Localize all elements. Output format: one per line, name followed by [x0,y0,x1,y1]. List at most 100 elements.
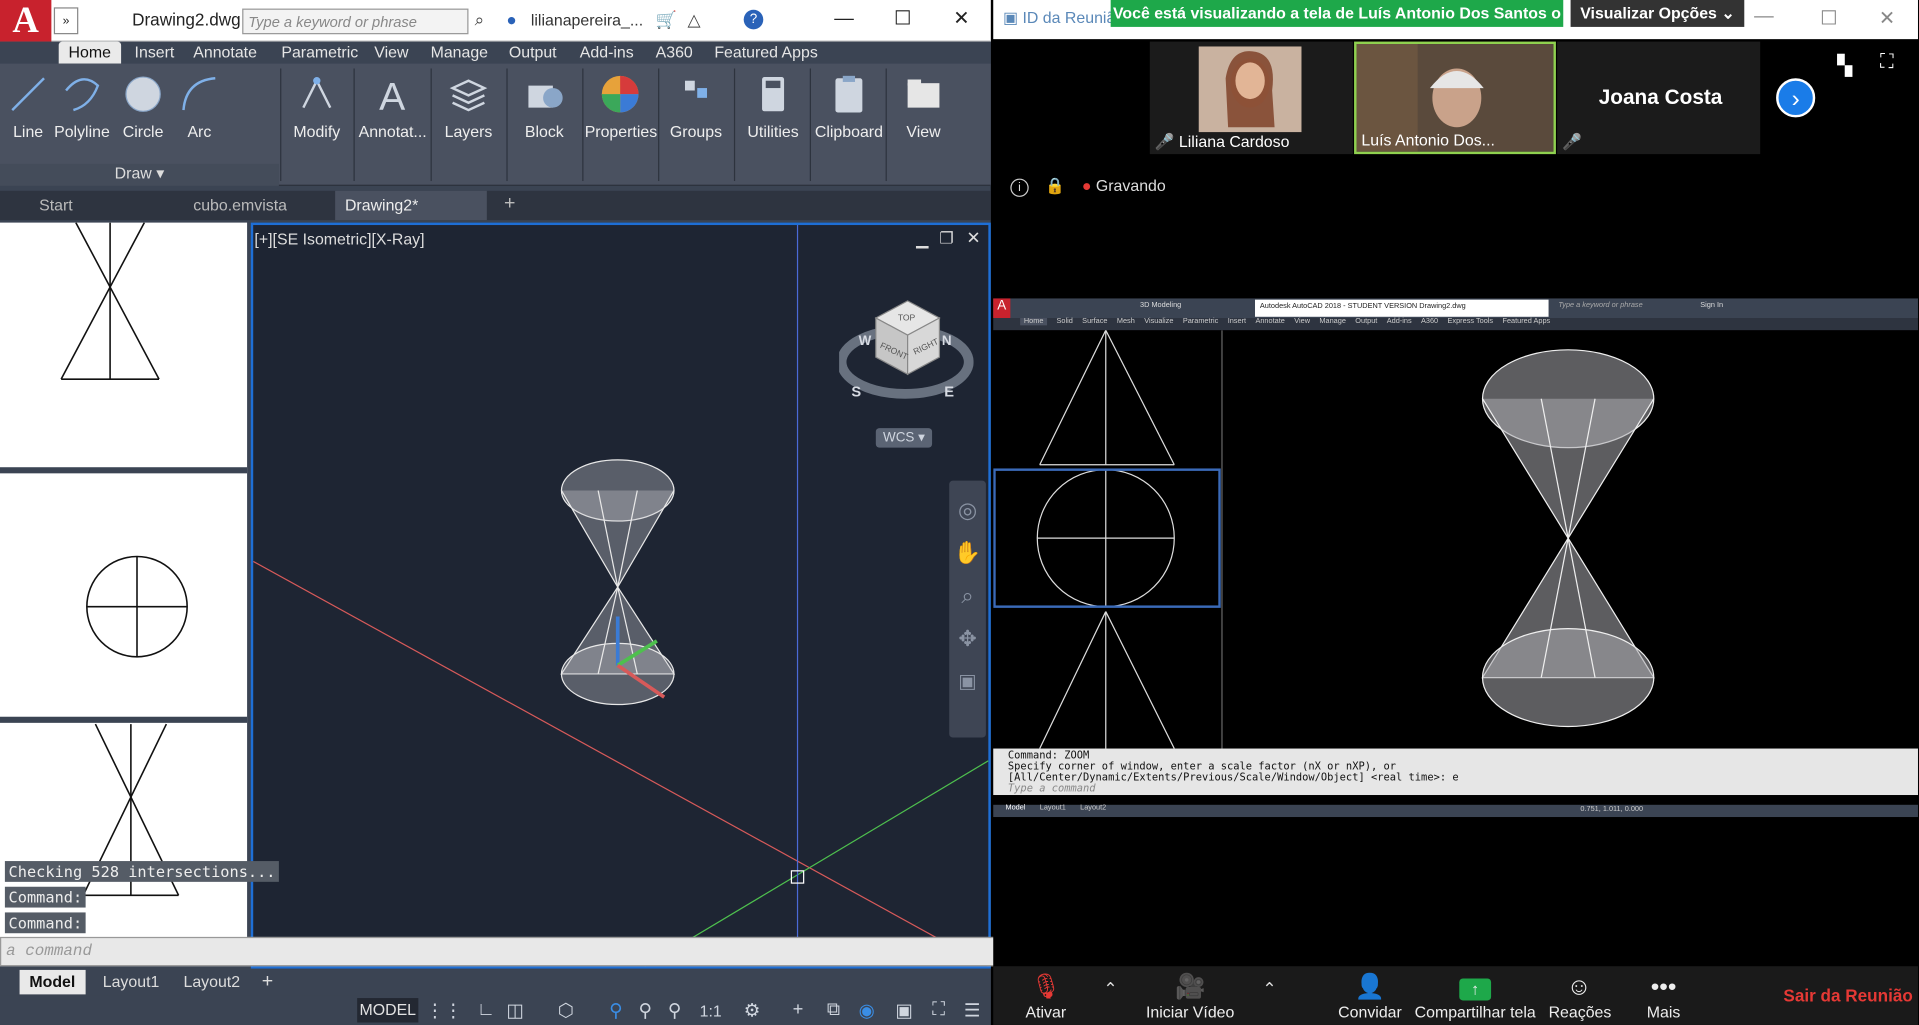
customize-menu-icon[interactable]: ☰ [964,999,980,1021]
layout-tab-layout1[interactable]: Layout1 [93,970,169,994]
zoom-close-button[interactable]: ✕ [1879,6,1895,30]
participant-tile[interactable]: 🎤 Liliana Cardoso [1149,41,1353,155]
binoculars-icon[interactable]: ⌕ [475,10,485,31]
draw-panel-label[interactable]: Draw ▾ [0,163,279,186]
remote-layout-tab: Layout1 [1039,804,1066,813]
steering-wheel-icon[interactable]: ◎ [949,498,986,524]
file-tab-drawing2[interactable]: Drawing2* [335,190,487,221]
minimize-button[interactable]: — [820,5,869,34]
security-lock-icon[interactable]: 🔒 [1045,176,1065,194]
user-account[interactable]: lilianapereira_... [531,11,643,29]
polar-icon[interactable]: ◫ [506,999,523,1021]
audio-options-chevron-icon[interactable]: ⌃ [1103,978,1117,999]
fullscreen-icon[interactable]: ⛶ [1880,51,1894,73]
polyline-tool[interactable]: Polyline [54,73,110,141]
remote-status-bar: Model Layout1 Layout2 0.751, 1.011, 0.00… [993,804,1918,818]
view-layout-icon[interactable]: ▚ [1837,54,1852,78]
invite-button[interactable]: 👤 Convidar [1336,971,1404,1022]
view-options-button[interactable]: Visualizar Opções ⌄ [1570,0,1745,27]
groups-panel[interactable]: Groups [665,73,726,141]
layout-tab-model[interactable]: Model [19,969,86,995]
orbit-icon[interactable]: ✥ [949,626,986,652]
pan-icon[interactable]: ✋ [949,541,986,567]
viewport-close-icon[interactable]: ✕ [966,227,980,248]
circle-tool[interactable]: Circle [120,73,166,141]
plus-icon[interactable]: + [793,999,804,1020]
tab-annotate[interactable]: Annotate [183,42,266,64]
annotation-scale-icon[interactable]: ⚲ [609,999,622,1021]
isodraft-icon[interactable]: ⬡ [558,999,574,1021]
navigation-bar[interactable]: ◎ ✋ ⌕ ✥ ▣ [949,480,986,738]
new-tab-plus-icon[interactable]: + [504,193,515,215]
block-panel[interactable]: Block [516,73,572,141]
showmotion-icon[interactable]: ▣ [949,669,986,693]
viewport-label[interactable]: [+][SE Isometric][X-Ray] [254,230,424,248]
annotation-visibility-icon[interactable]: ⚲ [639,999,652,1021]
file-tab-start[interactable]: Start [29,191,82,220]
zoom-minimize-button[interactable]: — [1754,6,1774,28]
layers-panel[interactable]: Layers [440,73,496,141]
model-space-toggle[interactable]: MODEL [357,998,419,1023]
viewport-divider[interactable] [0,716,248,723]
quick-access-toolbar-toggle[interactable]: » [53,7,79,35]
tab-output[interactable]: Output [499,42,566,64]
settings-gear-icon[interactable]: ⚙ [744,999,760,1021]
start-video-button[interactable]: 🎥 Iniciar Vídeo [1145,971,1236,1022]
autocad-logo-button[interactable]: A [0,0,52,42]
participant-tile[interactable]: Joana Costa 🎤 [1557,41,1761,155]
cart-icon[interactable]: 🛒 [656,10,677,31]
tab-featured-apps[interactable]: Featured Apps [705,42,828,64]
ortho-icon[interactable]: ∟ [477,999,495,1020]
a360-icon[interactable]: △ [687,10,700,31]
viewport-restore-icon[interactable]: ❐ [939,229,953,249]
modify-panel[interactable]: Modify [286,73,347,141]
tab-parametric[interactable]: Parametric [272,42,368,64]
tab-insert[interactable]: Insert [125,42,184,64]
tab-view[interactable]: View [365,42,419,64]
zoom-icon[interactable]: ⌕ [949,583,986,609]
command-input[interactable]: a command [0,936,1144,967]
tab-home[interactable]: Home [58,41,121,64]
wcs-dropdown[interactable]: WCS ▾ [875,428,933,448]
shared-screen[interactable]: A 3D Modeling Autodesk AutoCAD 2018 - ST… [993,298,1918,820]
unmute-button[interactable]: 🎙 Ativar [1015,971,1076,1022]
viewport-minimize-icon[interactable]: ▁ [916,230,928,250]
tab-addins[interactable]: Add-ins [570,42,643,64]
user-icon[interactable]: ● [506,10,516,30]
more-button[interactable]: ••• Mais [1639,971,1688,1022]
arc-tool[interactable]: Arc [179,73,221,141]
help-icon[interactable]: ? [743,9,764,30]
leave-meeting-button[interactable]: Sair da Reunião [1783,986,1912,1006]
search-input[interactable]: Type a keyword or phrase [242,8,469,35]
clipboard-label: Clipboard [814,122,883,141]
viewport-divider[interactable] [0,467,248,474]
zoom-maximize-button[interactable]: ☐ [1820,6,1838,30]
view-panel[interactable]: View [895,73,951,141]
file-tab-cubo[interactable]: cubo.emvista [183,191,296,220]
share-screen-button[interactable]: ↑ Compartilhar tela [1414,971,1536,1021]
clipboard-panel[interactable]: Clipboard [814,73,883,141]
utilities-panel[interactable]: Utilities [741,73,805,141]
video-options-chevron-icon[interactable]: ⌃ [1262,978,1276,999]
close-button[interactable]: ✕ [937,5,986,34]
scale-dropdown[interactable]: 1:1 [700,1002,722,1020]
clean-screen-icon[interactable]: ▣ [895,999,912,1021]
isolate-icon[interactable]: ⧉ [827,999,840,1020]
viewcube[interactable]: TOP FRONT RIGHT S E W N [839,294,974,404]
line-tool[interactable]: Line [7,73,49,141]
hardware-accel-icon[interactable]: ◉ [859,999,875,1021]
add-layout-plus-icon[interactable]: + [252,970,283,994]
grid-icon[interactable]: ⋮⋮ [426,999,463,1021]
maximize-button[interactable]: ☐ [878,5,927,34]
annotation-panel[interactable]: A Annotat... [357,73,428,141]
fullscreen-icon[interactable]: ⛶ [932,999,945,1020]
tab-a360[interactable]: A360 [646,42,703,64]
layout-tab-layout2[interactable]: Layout2 [174,970,250,994]
participant-tile-active-speaker[interactable]: Luís Antonio Dos... [1354,41,1556,155]
reactions-button[interactable]: ☺ Reações [1549,971,1612,1022]
properties-panel[interactable]: Properties [585,73,657,141]
next-participants-button[interactable]: › [1776,78,1816,118]
tab-manage[interactable]: Manage [421,42,498,64]
info-icon[interactable]: i [1010,178,1029,197]
auto-scale-icon[interactable]: ⚲ [668,999,681,1021]
